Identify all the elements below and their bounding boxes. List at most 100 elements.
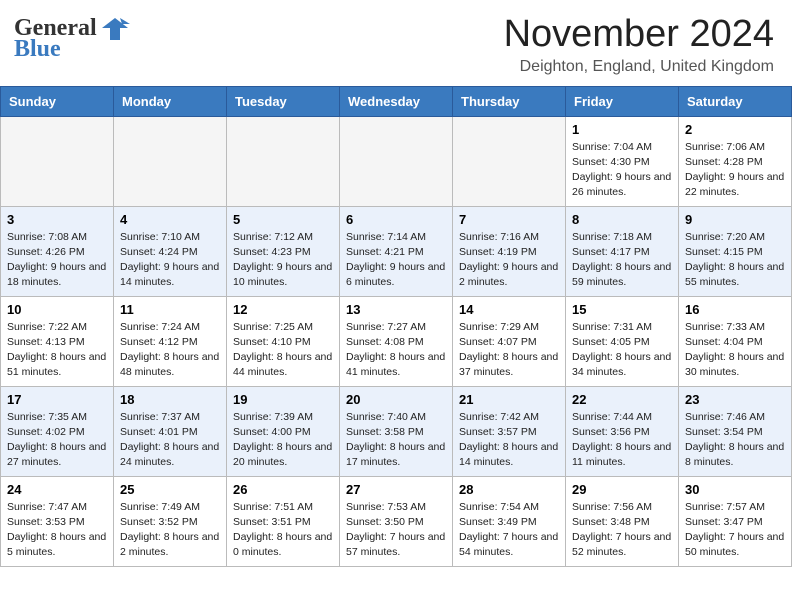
calendar-cell: 16 Sunrise: 7:33 AM Sunset: 4:04 PM Dayli…	[679, 296, 792, 386]
day-number: 16	[685, 302, 785, 317]
day-info: Sunrise: 7:47 AM Sunset: 3:53 PM Dayligh…	[7, 500, 107, 561]
location-subtitle: Deighton, England, United Kingdom	[504, 58, 774, 76]
day-number: 11	[120, 302, 220, 317]
day-info: Sunrise: 7:35 AM Sunset: 4:02 PM Dayligh…	[7, 410, 107, 471]
calendar-cell: 1Sunrise: 7:04 AM Sunset: 4:30 PM Daylig…	[566, 116, 679, 206]
day-info: Sunrise: 7:25 AM Sunset: 4:10 PM Dayligh…	[233, 320, 333, 381]
calendar-week-row: 1Sunrise: 7:04 AM Sunset: 4:30 PM Daylig…	[1, 116, 792, 206]
col-thursday: Thursday	[453, 86, 566, 116]
day-number: 1	[572, 122, 672, 137]
day-number: 18	[120, 392, 220, 407]
calendar-cell: 3 Sunrise: 7:08 AM Sunset: 4:26 PM Daylig…	[1, 206, 114, 296]
calendar-cell	[114, 116, 227, 206]
day-number: 2	[685, 122, 785, 137]
calendar-cell: 29 Sunrise: 7:56 AM Sunset: 3:48 PM Dayli…	[566, 476, 679, 566]
day-number: 4	[120, 212, 220, 227]
day-number: 29	[572, 482, 672, 497]
day-info: Sunrise: 7:10 AM Sunset: 4:24 PM Dayligh…	[120, 230, 220, 291]
calendar-cell: 19 Sunrise: 7:39 AM Sunset: 4:00 PM Dayli…	[227, 386, 340, 476]
col-wednesday: Wednesday	[340, 86, 453, 116]
day-number: 5	[233, 212, 333, 227]
day-number: 14	[459, 302, 559, 317]
calendar-cell: 26 Sunrise: 7:51 AM Sunset: 3:51 PM Dayli…	[227, 476, 340, 566]
calendar-cell: 11Sunrise: 7:24 AM Sunset: 4:12 PM Dayli…	[114, 296, 227, 386]
logo: General Blue	[14, 14, 130, 63]
calendar-cell: 12 Sunrise: 7:25 AM Sunset: 4:10 PM Dayli…	[227, 296, 340, 386]
calendar-cell: 2 Sunrise: 7:06 AM Sunset: 4:28 PM Daylig…	[679, 116, 792, 206]
calendar-cell: 17 Sunrise: 7:35 AM Sunset: 4:02 PM Dayli…	[1, 386, 114, 476]
calendar-cell	[453, 116, 566, 206]
day-number: 19	[233, 392, 333, 407]
calendar-cell: 20Sunrise: 7:40 AM Sunset: 3:58 PM Dayli…	[340, 386, 453, 476]
day-info: Sunrise: 7:27 AM Sunset: 4:08 PM Dayligh…	[346, 320, 446, 381]
day-number: 17	[7, 392, 107, 407]
day-info: Sunrise: 7:42 AM Sunset: 3:57 PM Dayligh…	[459, 410, 559, 471]
day-number: 9	[685, 212, 785, 227]
day-info: Sunrise: 7:40 AM Sunset: 3:58 PM Dayligh…	[346, 410, 446, 471]
calendar-cell	[340, 116, 453, 206]
day-number: 26	[233, 482, 333, 497]
day-info: Sunrise: 7:56 AM Sunset: 3:48 PM Dayligh…	[572, 500, 672, 561]
day-number: 6	[346, 212, 446, 227]
calendar-cell: 21 Sunrise: 7:42 AM Sunset: 3:57 PM Dayli…	[453, 386, 566, 476]
calendar-cell: 13 Sunrise: 7:27 AM Sunset: 4:08 PM Dayli…	[340, 296, 453, 386]
day-info: Sunrise: 7:54 AM Sunset: 3:49 PM Dayligh…	[459, 500, 559, 561]
day-info: Sunrise: 7:51 AM Sunset: 3:51 PM Dayligh…	[233, 500, 333, 561]
day-number: 13	[346, 302, 446, 317]
day-info: Sunrise: 7:16 AM Sunset: 4:19 PM Dayligh…	[459, 230, 559, 291]
calendar-cell: 24 Sunrise: 7:47 AM Sunset: 3:53 PM Dayli…	[1, 476, 114, 566]
calendar-cell: 8Sunrise: 7:18 AM Sunset: 4:17 PM Daylig…	[566, 206, 679, 296]
day-number: 15	[572, 302, 672, 317]
day-number: 7	[459, 212, 559, 227]
col-monday: Monday	[114, 86, 227, 116]
day-number: 10	[7, 302, 107, 317]
calendar-cell: 30 Sunrise: 7:57 AM Sunset: 3:47 PM Dayli…	[679, 476, 792, 566]
day-number: 3	[7, 212, 107, 227]
calendar-week-row: 17 Sunrise: 7:35 AM Sunset: 4:02 PM Dayli…	[1, 386, 792, 476]
calendar-cell: 28 Sunrise: 7:54 AM Sunset: 3:49 PM Dayli…	[453, 476, 566, 566]
day-info: Sunrise: 7:39 AM Sunset: 4:00 PM Dayligh…	[233, 410, 333, 471]
day-number: 28	[459, 482, 559, 497]
calendar-cell: 5Sunrise: 7:12 AM Sunset: 4:23 PM Daylig…	[227, 206, 340, 296]
calendar-cell: 25Sunrise: 7:49 AM Sunset: 3:52 PM Dayli…	[114, 476, 227, 566]
day-info: Sunrise: 7:31 AM Sunset: 4:05 PM Dayligh…	[572, 320, 672, 381]
day-info: Sunrise: 7:37 AM Sunset: 4:01 PM Dayligh…	[120, 410, 220, 471]
day-number: 30	[685, 482, 785, 497]
calendar-week-row: 10 Sunrise: 7:22 AM Sunset: 4:13 PM Dayli…	[1, 296, 792, 386]
day-info: Sunrise: 7:08 AM Sunset: 4:26 PM Dayligh…	[7, 230, 107, 291]
day-number: 12	[233, 302, 333, 317]
calendar-cell: 9 Sunrise: 7:20 AM Sunset: 4:15 PM Daylig…	[679, 206, 792, 296]
calendar-cell: 27Sunrise: 7:53 AM Sunset: 3:50 PM Dayli…	[340, 476, 453, 566]
day-number: 8	[572, 212, 672, 227]
day-number: 21	[459, 392, 559, 407]
day-number: 23	[685, 392, 785, 407]
day-info: Sunrise: 7:29 AM Sunset: 4:07 PM Dayligh…	[459, 320, 559, 381]
day-info: Sunrise: 7:44 AM Sunset: 3:56 PM Dayligh…	[572, 410, 672, 471]
calendar-cell: 22 Sunrise: 7:44 AM Sunset: 3:56 PM Dayli…	[566, 386, 679, 476]
day-number: 24	[7, 482, 107, 497]
calendar-cell	[1, 116, 114, 206]
logo-blue: Blue	[14, 36, 61, 63]
day-number: 22	[572, 392, 672, 407]
calendar-cell	[227, 116, 340, 206]
day-info: Sunrise: 7:20 AM Sunset: 4:15 PM Dayligh…	[685, 230, 785, 291]
title-section: November 2024 Deighton, England, United …	[504, 14, 774, 76]
day-info: Sunrise: 7:22 AM Sunset: 4:13 PM Dayligh…	[7, 320, 107, 381]
day-info: Sunrise: 7:33 AM Sunset: 4:04 PM Dayligh…	[685, 320, 785, 381]
calendar-cell: 14 Sunrise: 7:29 AM Sunset: 4:07 PM Dayli…	[453, 296, 566, 386]
calendar-cell: 15 Sunrise: 7:31 AM Sunset: 4:05 PM Dayli…	[566, 296, 679, 386]
logo-bird-icon	[100, 14, 130, 42]
month-title: November 2024	[504, 14, 774, 56]
day-info: Sunrise: 7:49 AM Sunset: 3:52 PM Dayligh…	[120, 500, 220, 561]
calendar-week-row: 3 Sunrise: 7:08 AM Sunset: 4:26 PM Daylig…	[1, 206, 792, 296]
day-info: Sunrise: 7:57 AM Sunset: 3:47 PM Dayligh…	[685, 500, 785, 561]
calendar-cell: 18 Sunrise: 7:37 AM Sunset: 4:01 PM Dayli…	[114, 386, 227, 476]
calendar-cell: 7 Sunrise: 7:16 AM Sunset: 4:19 PM Daylig…	[453, 206, 566, 296]
col-friday: Friday	[566, 86, 679, 116]
calendar-week-row: 24 Sunrise: 7:47 AM Sunset: 3:53 PM Dayli…	[1, 476, 792, 566]
col-sunday: Sunday	[1, 86, 114, 116]
day-info: Sunrise: 7:06 AM Sunset: 4:28 PM Dayligh…	[685, 140, 785, 201]
col-tuesday: Tuesday	[227, 86, 340, 116]
calendar-cell: 23Sunrise: 7:46 AM Sunset: 3:54 PM Dayli…	[679, 386, 792, 476]
day-info: Sunrise: 7:53 AM Sunset: 3:50 PM Dayligh…	[346, 500, 446, 561]
